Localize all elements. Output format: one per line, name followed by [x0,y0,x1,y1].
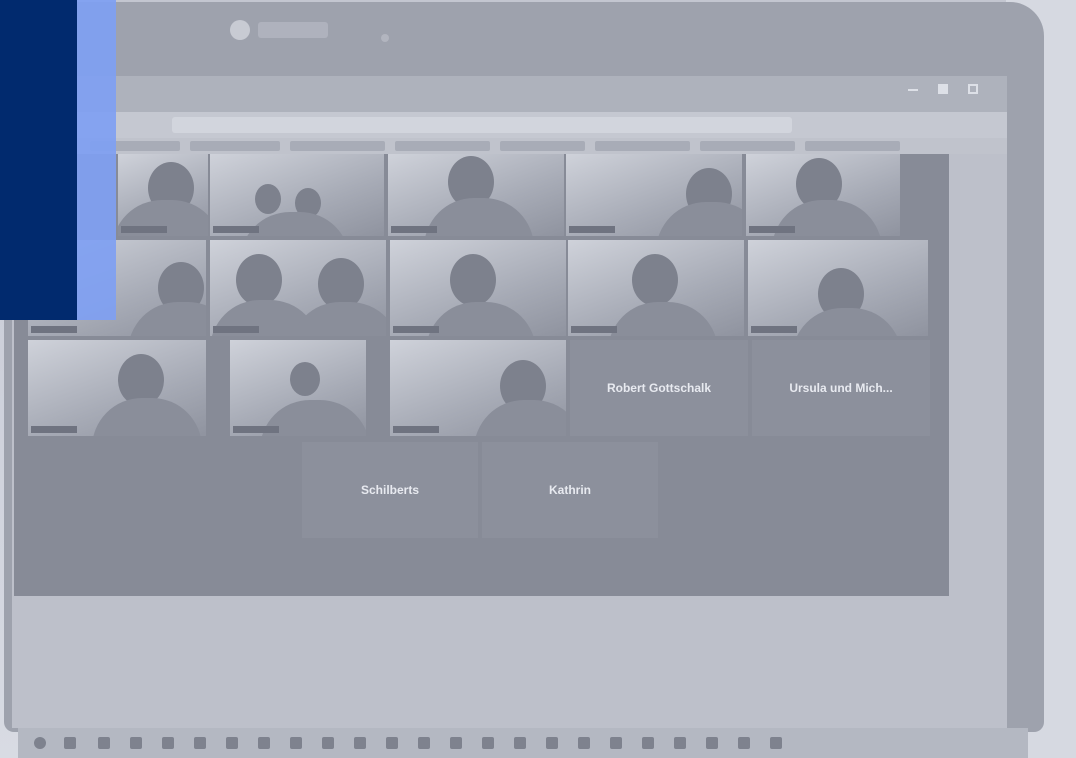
bookmarks-bar [12,138,1007,154]
participant-video-tile[interactable] [390,240,566,336]
participant-name-tile[interactable]: Schilberts [302,442,478,538]
app-icon[interactable] [578,737,590,749]
participant-video-tile[interactable] [748,240,928,336]
participant-name: Ursula und Mich... [789,381,893,395]
app-icon[interactable] [258,737,270,749]
app-icon[interactable] [674,737,686,749]
minimize-icon[interactable] [908,89,918,91]
camera-badge-icon [230,20,250,40]
laptop-screen: Robert Gottschalk Ursula und Mich... Sch… [12,76,1007,728]
participant-video-tile[interactable] [28,340,206,436]
overlay-dark-blue-panel [0,0,77,320]
participant-video-tile[interactable] [230,340,366,436]
laptop-photo: Robert Gottschalk Ursula und Mich... Sch… [0,0,1076,758]
app-icon[interactable] [546,737,558,749]
overlay-light-blue-panel [77,0,116,320]
bookmark-item[interactable] [595,141,690,151]
participant-video-tile[interactable] [568,240,744,336]
participant-video-tile[interactable] [388,154,564,236]
participant-name: Robert Gottschalk [606,381,711,395]
app-icon[interactable] [738,737,750,749]
app-icon[interactable] [354,737,366,749]
camera-badge-text [258,22,328,38]
participant-video-tile[interactable] [746,154,900,236]
participant-name: Kathrin [549,483,591,497]
app-icon[interactable] [162,737,174,749]
start-icon[interactable] [34,737,46,749]
video-call-gallery: Robert Gottschalk Ursula und Mich... Sch… [14,154,949,596]
app-icon[interactable] [418,737,430,749]
app-icon[interactable] [386,737,398,749]
participant-video-tile[interactable] [118,154,208,236]
app-icon[interactable] [482,737,494,749]
app-icon[interactable] [290,737,302,749]
participant-video-tile[interactable] [390,340,566,436]
bookmark-item[interactable] [290,141,385,151]
app-icon[interactable] [514,737,526,749]
app-icon[interactable] [194,737,206,749]
bookmark-item[interactable] [395,141,490,151]
maximize-icon[interactable] [938,84,948,94]
app-icon[interactable] [642,737,654,749]
participant-video-tile[interactable] [210,154,384,236]
app-icon[interactable] [130,737,142,749]
participant-video-tile[interactable] [210,240,386,336]
taskview-icon[interactable] [64,737,76,749]
windows-taskbar [18,728,1028,758]
bookmark-item[interactable] [190,141,280,151]
window-titlebar [12,76,1007,112]
bookmark-item[interactable] [700,141,795,151]
participant-video-tile[interactable] [566,154,742,236]
app-icon[interactable] [450,737,462,749]
participant-name-tile[interactable]: Ursula und Mich... [752,340,930,436]
browser-toolbar [12,112,1007,138]
address-bar[interactable] [172,117,792,133]
app-icon[interactable] [226,737,238,749]
app-icon[interactable] [98,737,110,749]
app-icon[interactable] [322,737,334,749]
close-icon[interactable] [968,84,978,94]
participant-name-tile[interactable]: Kathrin [482,442,658,538]
app-icon[interactable] [610,737,622,749]
bookmark-item[interactable] [500,141,585,151]
app-icon[interactable] [770,737,782,749]
participant-name: Schilberts [360,483,420,497]
participant-name-tile[interactable]: Robert Gottschalk [570,340,748,436]
app-icon[interactable] [706,737,718,749]
bookmark-item[interactable] [805,141,900,151]
webcam-icon [381,34,389,42]
